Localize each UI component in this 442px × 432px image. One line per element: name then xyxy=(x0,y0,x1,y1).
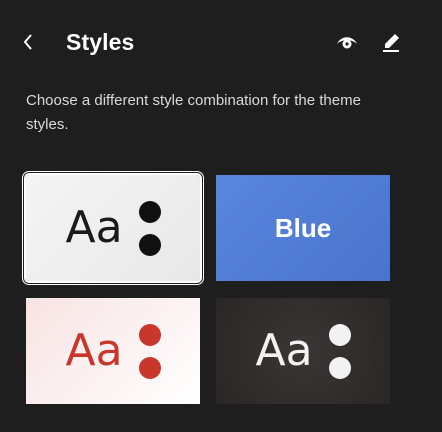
color-dot xyxy=(138,200,161,223)
style-option-red[interactable]: Aa xyxy=(26,298,200,404)
back-button[interactable] xyxy=(14,30,42,58)
style-color-dots xyxy=(138,323,161,379)
style-option-dark[interactable]: Aa xyxy=(216,298,390,404)
chevron-left-icon xyxy=(21,32,35,57)
style-option-blue[interactable]: Blue xyxy=(216,175,390,281)
edit-button[interactable] xyxy=(377,30,407,58)
eye-icon xyxy=(335,33,359,56)
color-dot xyxy=(328,323,351,346)
preview-button[interactable] xyxy=(332,30,362,58)
style-sample-text: Aa xyxy=(255,325,313,376)
color-dot xyxy=(138,356,161,379)
color-dot xyxy=(328,356,351,379)
styles-panel: Styles Choose a different style combinat… xyxy=(0,0,442,432)
pencil-icon xyxy=(381,31,403,58)
style-sample-text: Aa xyxy=(65,325,123,376)
color-dot xyxy=(138,323,161,346)
style-sample-text: Aa xyxy=(65,202,123,253)
page-title: Styles xyxy=(66,29,135,55)
style-name-label: Blue xyxy=(274,212,332,243)
color-dot xyxy=(138,233,161,256)
style-option-default[interactable]: Aa xyxy=(26,175,200,281)
style-color-dots xyxy=(328,323,351,379)
panel-header: Styles xyxy=(0,0,442,88)
description-text: Choose a different style combination for… xyxy=(26,92,361,133)
style-color-dots xyxy=(138,200,161,256)
